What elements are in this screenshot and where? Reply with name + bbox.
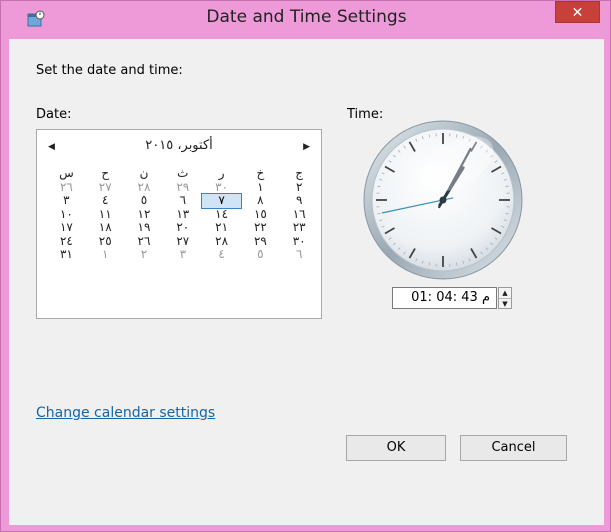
calendar-day[interactable]: ٢٢ [241, 221, 280, 235]
ok-button[interactable]: OK [346, 435, 446, 461]
calendar-day[interactable]: ١٧ [47, 221, 86, 235]
date-time-window: Date and Time Settings ✕ Set the date an… [0, 0, 611, 532]
calendar-day[interactable]: ١٣ [163, 207, 202, 222]
calendar-day[interactable]: ٢٣ [280, 221, 319, 235]
calendar-day[interactable]: ١ [241, 180, 280, 195]
calendar-day[interactable]: ٢٥ [86, 234, 125, 249]
calendar-weekday-header: ر [218, 166, 225, 180]
calendar-day[interactable]: ١٢ [125, 207, 164, 222]
calendar-week-row: ٢٤ ٢٥ ٢٦ ٢٧ ٢٨ ٢٩ ٣٠ [47, 234, 319, 249]
calendar-week-row: ٣١ ١ ٢ ٣ ٤ ٥ ٦ [47, 248, 319, 262]
calendar-day[interactable]: ٢٨ [202, 234, 241, 249]
calendar-day[interactable]: ٣٠ [202, 180, 241, 195]
calendar-day[interactable]: ١٩ [125, 221, 164, 235]
calendar-day[interactable]: ٢٧ [86, 180, 125, 195]
calendar-weekday-header: ث [177, 166, 189, 180]
calendar-day[interactable]: ٨ [241, 194, 280, 208]
calendar-day[interactable]: ٢١ [202, 221, 241, 235]
calendar-week-row: ١٧ ١٨ ١٩ ٢٠ ٢١ ٢٢ ٢٣ [47, 221, 319, 235]
calendar-day[interactable]: ٢ [125, 248, 164, 262]
change-calendar-settings-link[interactable]: Change calendar settings [36, 405, 215, 421]
calendar-week-row: ٢٦ ٢٧ ٢٨ ٢٩ ٣٠ ١ ٢ [47, 180, 319, 195]
calendar-day[interactable]: ٤ [86, 194, 125, 208]
calendar-day[interactable]: ١ [86, 248, 125, 262]
time-input[interactable]: 01: 04: 43 م [392, 287, 497, 309]
window-title: Date and Time Settings [206, 7, 407, 27]
calendar-day-grid: س ح ن ث ر خ ج ٢٦ ٢٧ ٢٨ ٢٩ ٣٠ ١ ٢ ٣ ٤ ٥ ٦ ٧ ٨ ٩ ١٠ ١١ ١٢ ١٣ ١٤ ١٥ ١٦… [47, 167, 319, 262]
calendar-day[interactable]: ٢٦ [125, 234, 164, 249]
calendar-day[interactable]: ١٨ [86, 221, 125, 235]
calendar-day[interactable]: ٢٩ [163, 180, 202, 195]
calendar-day[interactable]: ٣ [163, 248, 202, 262]
calendar-day[interactable]: ٦ [163, 194, 202, 208]
date-label: Date: [36, 107, 71, 122]
calendar-day[interactable]: ١٠ [47, 207, 86, 222]
calendar-weekday-header: ن [139, 166, 149, 180]
calendar-day[interactable]: ٢٦ [47, 180, 86, 195]
calendar-day[interactable]: ١٤ [202, 207, 241, 222]
calendar-month-label[interactable]: أكتوبر، ٢٠١٥ [37, 138, 321, 153]
clock-center-pin [439, 196, 447, 204]
calendar-weekday-header: س [59, 166, 74, 180]
calendar-day[interactable]: ٣ [47, 194, 86, 208]
calendar-day[interactable]: ٢٧ [163, 234, 202, 249]
calendar-weekday-header: ح [101, 166, 110, 180]
calendar-weekday-header: ج [295, 166, 304, 180]
calendar-day[interactable]: ٩ [280, 194, 319, 208]
calendar-day[interactable]: ٣١ [47, 248, 86, 262]
calendar-weekday-header-row: سحنثرخج [47, 167, 319, 181]
calendar-day[interactable]: ٣٠ [280, 234, 319, 249]
calendar[interactable]: ◀ أكتوبر، ٢٠١٥ ▶ س ح ن ث ر خ ج ٢٦ ٢٧ ٢٨ ٢٩ ٣٠ ١ ٢ ٣ ٤ ٥ ٦… [36, 129, 322, 319]
calendar-day[interactable]: ١٥ [241, 207, 280, 222]
calendar-day[interactable]: ١٦ [280, 207, 319, 222]
time-down-arrow[interactable]: ▼ [499, 299, 511, 309]
calendar-day[interactable]: ٥ [125, 194, 164, 208]
calendar-day[interactable]: ٢٤ [47, 234, 86, 249]
calendar-next-button[interactable]: ▶ [303, 142, 310, 152]
title-bar[interactable]: Date and Time Settings ✕ [1, 1, 611, 37]
time-spinner[interactable]: ▲ ▼ [498, 287, 512, 309]
date-label-text: Date: [36, 107, 72, 122]
calendar-day[interactable]: ٢٨ [125, 180, 164, 195]
time-up-arrow[interactable]: ▲ [499, 288, 511, 299]
calendar-day-selected[interactable]: ٧ [201, 193, 242, 209]
calendar-day[interactable]: ٢٠ [163, 221, 202, 235]
analog-clock [363, 120, 523, 280]
calendar-day[interactable]: ٦ [280, 248, 319, 262]
prompt-text: Set the date and time: [36, 63, 183, 78]
calendar-day[interactable]: ٤ [202, 248, 241, 262]
calendar-day[interactable]: ١١ [86, 207, 125, 222]
calendar-week-row: ٣٤٥٦٧٨٩ [47, 193, 319, 209]
calendar-day[interactable]: ٢ [280, 180, 319, 195]
calendar-week-row: ١٠ ١١ ١٢ ١٣ ١٤ ١٥ ١٦ [47, 207, 319, 222]
cancel-button[interactable]: Cancel [460, 435, 567, 461]
calendar-day[interactable]: ٥ [241, 248, 280, 262]
calendar-day[interactable]: ٢٩ [241, 234, 280, 249]
close-button[interactable]: ✕ [555, 1, 600, 23]
calendar-weekday-header: خ [256, 166, 265, 180]
